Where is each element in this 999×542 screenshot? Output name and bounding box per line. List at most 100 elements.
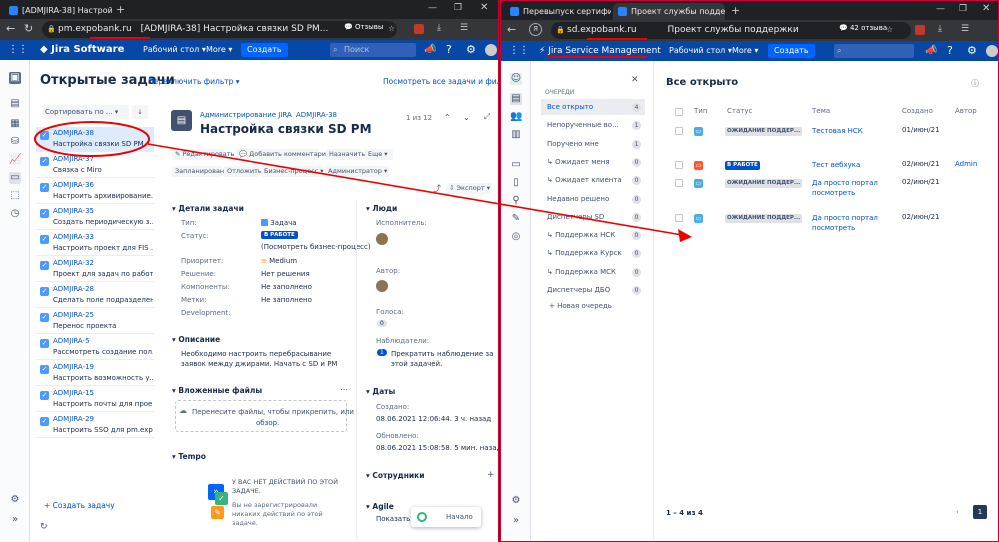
- people-section-title[interactable]: ▾ Люди: [366, 204, 397, 213]
- column-header[interactable]: Создано: [902, 107, 933, 115]
- column-header[interactable]: Тип: [694, 107, 707, 115]
- issues-icon[interactable]: ▭: [9, 172, 21, 184]
- back-icon[interactable]: ←: [507, 23, 516, 36]
- download-icon[interactable]: ⤓: [938, 24, 942, 34]
- status-badge[interactable]: В РАБОТЕ: [261, 231, 298, 239]
- releases-icon[interactable]: ⛁: [9, 136, 21, 148]
- create-button[interactable]: Создать: [241, 43, 288, 57]
- more-button[interactable]: Еще ▾: [365, 149, 393, 160]
- nav-more[interactable]: More ▾: [732, 41, 758, 61]
- row-checkbox[interactable]: [675, 127, 683, 135]
- assignee-avatar[interactable]: [376, 233, 388, 245]
- queue-item[interactable]: Диспетчеры SD 0: [541, 209, 645, 225]
- queue-item[interactable]: ↳ Поддержка МСК 0: [541, 264, 645, 280]
- status-badge[interactable]: В РАБОТЕ: [725, 161, 760, 170]
- search-input[interactable]: ⌕ Поиск: [330, 43, 416, 57]
- view-all-link[interactable]: Посмотреть все задачи и фильтры: [383, 77, 498, 86]
- issue-list-item[interactable]: ✓ ADMJIRA-37 Связка с Miro: [36, 153, 154, 178]
- planned-button[interactable]: Запланировано: [172, 166, 228, 177]
- settings-icon[interactable]: ⚙: [9, 494, 21, 506]
- add-comment-button[interactable]: 💬 Добавить комментарий: [236, 149, 330, 160]
- attachments-section-title[interactable]: ▾ Вложенные файлы: [172, 386, 262, 395]
- status-badge[interactable]: ОЖИДАНИЕ ПОДДЕР...: [725, 127, 803, 136]
- attachments-more-icon[interactable]: ⋯: [340, 385, 348, 394]
- edit-button[interactable]: ✎ Редактировать: [172, 149, 234, 160]
- channels-icon[interactable]: ▭: [510, 159, 522, 171]
- yandex-icon[interactable]: Я: [529, 23, 542, 36]
- maximize-icon[interactable]: ❐: [454, 3, 462, 13]
- queue-item[interactable]: Поручено мне 1: [541, 136, 645, 152]
- back-icon[interactable]: ←: [6, 22, 15, 35]
- queue-item[interactable]: ↳ Ожидает клиента 0: [541, 172, 645, 188]
- description-text[interactable]: Необходимо настроить перебрасывание заяв…: [181, 349, 341, 369]
- workflow-button[interactable]: Бизнес-процесс ▾: [261, 166, 324, 177]
- export-button[interactable]: ⇩ Экспорт ▾: [446, 183, 492, 194]
- issue-list-item[interactable]: ✓ ADMJIRA-19 Настроить возможность у...: [36, 361, 154, 386]
- column-header[interactable]: Тема: [812, 107, 830, 115]
- column-header[interactable]: Автор: [955, 107, 977, 115]
- help-icon[interactable]: ?: [446, 43, 452, 56]
- prev-page-icon[interactable]: ‹: [956, 508, 959, 516]
- queue-item[interactable]: ↳ Поддержка НСК 0: [541, 227, 645, 243]
- create-button[interactable]: Создать: [768, 44, 815, 58]
- new-tab-icon[interactable]: +: [731, 4, 740, 17]
- gear-icon[interactable]: ⚙: [466, 43, 476, 56]
- page-1-button[interactable]: 1: [973, 505, 987, 519]
- app-switcher-icon[interactable]: ⋮⋮: [8, 44, 28, 55]
- reporter-avatar[interactable]: [376, 280, 388, 292]
- employees-section-title[interactable]: ▾ Сотрудники: [366, 471, 425, 480]
- customers-icon[interactable]: 👥: [510, 111, 522, 123]
- close-window-icon[interactable]: ✕: [982, 3, 990, 14]
- breadcrumb-key[interactable]: ADMJIRA-38: [296, 111, 337, 119]
- service-icon[interactable]: ⚲: [510, 195, 522, 207]
- queue-item[interactable]: Диспетчеры ДБО 0: [541, 282, 645, 298]
- stop-watching-link[interactable]: Прекратить наблюдение за этой задачей.: [391, 349, 495, 369]
- help-icon[interactable]: ?: [947, 44, 953, 57]
- pager-down-icon[interactable]: ⌄: [463, 113, 470, 122]
- issue-list-item[interactable]: ✓ ADMJIRA-36 Настроить архивирование...: [36, 179, 154, 204]
- pager-up-icon[interactable]: ⌃: [444, 113, 451, 122]
- row-checkbox[interactable]: [675, 214, 683, 222]
- jira-logo[interactable]: ◆ Jira Software: [40, 40, 124, 60]
- board-icon[interactable]: ▦: [9, 118, 21, 130]
- start-timer-widget[interactable]: Начало: [411, 507, 481, 527]
- switch-filter-link[interactable]: Переключить фильтр ▾: [148, 77, 240, 86]
- issue-topic-link[interactable]: Тест вебхука: [812, 160, 900, 170]
- bookmark-icon[interactable]: ☆: [388, 24, 395, 33]
- extension-icon[interactable]: [915, 25, 925, 35]
- refresh-icon[interactable]: ↻: [24, 22, 33, 35]
- issue-list-item[interactable]: ✓ ADMJIRA-5 Рассмотреть создание пол...: [36, 335, 154, 360]
- share-icon[interactable]: ⤴: [433, 183, 441, 194]
- column-header[interactable]: Статус: [727, 107, 752, 115]
- reviews-button[interactable]: 💬 42 отзыва: [835, 24, 892, 32]
- tools-icon[interactable]: ✎: [510, 213, 522, 225]
- select-all-checkbox[interactable]: [675, 108, 683, 116]
- nav-dashboard[interactable]: Рабочий стол ▾: [669, 41, 732, 61]
- reports-icon[interactable]: ▥: [510, 129, 522, 141]
- issue-list-item[interactable]: ✓ ADMJIRA-28 Сделать поле подразделен...: [36, 283, 154, 308]
- browser-tab[interactable]: [ADMJIRA-38] Настройки: [4, 2, 112, 19]
- status-badge[interactable]: ОЖИДАНИЕ ПОДДЕР...: [725, 179, 803, 188]
- details-section-title[interactable]: ▾ Детали задачи: [172, 204, 244, 213]
- compass-icon[interactable]: ◎: [510, 231, 522, 243]
- new-queue-link[interactable]: + Новая очередь: [549, 302, 612, 310]
- minimize-icon[interactable]: —: [428, 3, 437, 13]
- project-avatar-icon[interactable]: ☺: [510, 73, 522, 85]
- settings-icon[interactable]: ⚙: [510, 495, 522, 507]
- menu-icon[interactable]: ☰: [961, 24, 969, 34]
- queue-item[interactable]: Все открыто 4: [541, 99, 645, 115]
- issue-list-item[interactable]: ✓ ADMJIRA-33 Настроить проект для FIS ...: [36, 231, 154, 256]
- issue-topic-link[interactable]: Да просто портал посмотреть: [812, 213, 900, 233]
- author-link[interactable]: Admin: [955, 160, 977, 168]
- attachments-dropzone[interactable]: ☁ Перенесите файлы, чтобы прикрепить, ил…: [175, 400, 354, 432]
- browser-tab-active[interactable]: Проект службы поддерж: [613, 3, 725, 20]
- queue-item[interactable]: Недавно решено 0: [541, 191, 645, 207]
- expand-icon[interactable]: ⤢: [484, 112, 490, 122]
- search-input[interactable]: ⌕: [834, 44, 914, 58]
- info-icon[interactable]: ⓘ: [971, 78, 979, 89]
- row-checkbox[interactable]: [675, 179, 683, 187]
- collapse-icon[interactable]: »: [9, 514, 21, 526]
- description-section-title[interactable]: ▾ Описание: [172, 335, 220, 344]
- megaphone-icon[interactable]: 📣: [424, 44, 436, 55]
- queues-icon[interactable]: ▤: [510, 93, 522, 105]
